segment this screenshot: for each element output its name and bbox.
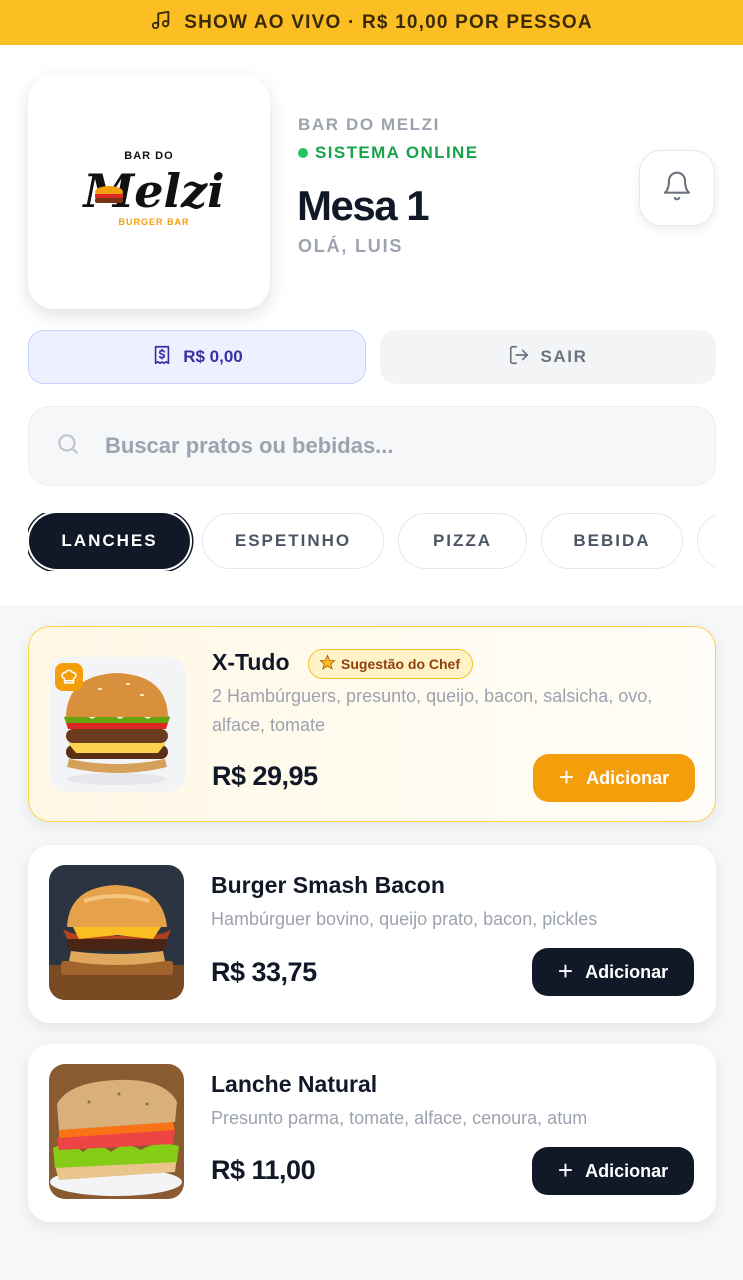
- live-show-banner: SHOW AO VIVO · R$ 10,00 POR PESSOA: [0, 0, 743, 45]
- logo-top-text: BAR DO: [124, 150, 173, 162]
- header: BAR DO Melzi BURGER BAR BAR DO MELZI SIS…: [0, 45, 743, 605]
- chef-badge-text: Sugestão do Chef: [341, 656, 461, 672]
- tab-next-category[interactable]: [697, 513, 716, 569]
- add-button[interactable]: + Adicionar: [532, 1147, 694, 1195]
- logo-sub-text: BURGER BAR: [118, 217, 189, 227]
- banner-text: SHOW AO VIVO · R$ 10,00 POR PESSOA: [184, 11, 593, 33]
- exit-button[interactable]: SAIR: [380, 330, 716, 384]
- tab-pizza[interactable]: PIZZA: [398, 513, 527, 569]
- tab-espetinho[interactable]: ESPETINHO: [202, 513, 384, 569]
- plus-icon: +: [558, 762, 575, 792]
- product-card-lanche-natural[interactable]: Lanche Natural Presunto parma, tomate, a…: [28, 1044, 716, 1222]
- bell-icon: [661, 170, 693, 207]
- search-bar[interactable]: [28, 406, 716, 486]
- star-icon: [319, 654, 336, 674]
- search-input[interactable]: [105, 433, 665, 459]
- product-description: 2 Hambúrguers, presunto, queijo, bacon, …: [212, 686, 653, 735]
- add-button[interactable]: + Adicionar: [532, 948, 694, 996]
- product-description: Hambúrguer bovino, queijo prato, bacon, …: [211, 909, 598, 929]
- product-image-burger-smash-bacon: [49, 865, 184, 1000]
- status-text: SISTEMA ONLINE: [315, 143, 479, 162]
- add-label: Adicionar: [586, 767, 670, 788]
- product-name: Lanche Natural: [211, 1071, 378, 1097]
- balance-button[interactable]: R$ 0,00: [28, 330, 366, 384]
- balance-label: R$ 0,00: [183, 347, 243, 366]
- tab-lanches[interactable]: LANCHES: [29, 513, 190, 569]
- greeting: OLÁ, LUIS: [298, 236, 404, 256]
- search-icon: [55, 431, 81, 462]
- music-note-icon: [150, 9, 172, 37]
- logout-icon: [508, 344, 530, 371]
- tab-bebida[interactable]: BEBIDA: [541, 513, 683, 569]
- product-card-burger-smash-bacon[interactable]: Burger Smash Bacon Hambúrguer bovino, qu…: [28, 845, 716, 1023]
- product-card-x-tudo[interactable]: X-Tudo Sugestão do Chef 2 Hambúrguers, p…: [28, 626, 716, 822]
- online-dot-icon: [298, 148, 308, 158]
- product-image-lanche-natural: [49, 1064, 184, 1199]
- plus-icon: +: [557, 956, 574, 986]
- venue-name: BAR DO MELZI: [298, 115, 440, 134]
- venue-logo: BAR DO Melzi BURGER BAR: [28, 75, 270, 309]
- table-title: Mesa 1: [297, 182, 430, 229]
- product-description: Presunto parma, tomate, alface, cenoura,…: [211, 1108, 588, 1128]
- product-price: R$ 29,95: [212, 761, 318, 791]
- product-name: Burger Smash Bacon: [211, 872, 445, 898]
- add-button[interactable]: + Adicionar: [533, 754, 695, 802]
- category-tabs: LANCHES ESPETINHO PIZZA BEBIDA: [28, 513, 716, 571]
- add-label: Adicionar: [585, 961, 669, 982]
- exit-label: SAIR: [540, 347, 588, 366]
- plus-icon: +: [557, 1155, 574, 1185]
- product-price: R$ 11,00: [211, 1155, 316, 1185]
- chef-hat-icon: [55, 663, 83, 691]
- add-label: Adicionar: [585, 1160, 669, 1181]
- product-price: R$ 33,75: [211, 957, 317, 987]
- product-name: X-Tudo: [212, 649, 290, 675]
- notifications-button[interactable]: [639, 150, 715, 226]
- chef-suggestion-badge: Sugestão do Chef: [308, 649, 474, 679]
- receipt-dollar-icon: [151, 344, 173, 371]
- system-status: SISTEMA ONLINE: [298, 143, 478, 163]
